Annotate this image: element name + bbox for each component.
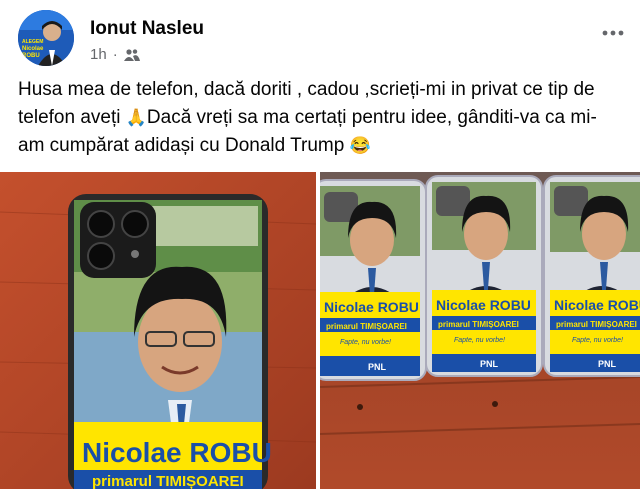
folded-hands-emoji-icon: 🙏 bbox=[125, 108, 147, 127]
post-text-line2: telefon aveți 🙏Dacă vreți sa ma certați … bbox=[18, 104, 628, 132]
post-text-line2b: Dacă vreți sa ma certați pentru idee, gâ… bbox=[146, 107, 597, 128]
post-text-line2a: telefon aveți bbox=[18, 107, 126, 128]
case2-name-text: Nicolae ROBU bbox=[436, 297, 531, 313]
avatar-text-line1: ALEGEM bbox=[22, 39, 43, 45]
meta-separator: · bbox=[112, 46, 118, 63]
photo-phone-cases-three[interactable]: Nicolae ROBU primarul TIMIȘOAREI Fapte, … bbox=[320, 172, 640, 489]
photo-phone-case-single[interactable]: Nicolae ROBU primarul TIMIȘOAREI bbox=[0, 172, 316, 489]
post-time[interactable]: 1h bbox=[90, 46, 107, 63]
case3-party-text: PNL bbox=[598, 359, 617, 369]
friends-icon[interactable] bbox=[123, 48, 140, 62]
laughing-emoji-icon: 😂 bbox=[349, 136, 371, 155]
case1-subtitle-text: primarul TIMIȘOAREI bbox=[326, 322, 407, 331]
case1-party-text: PNL bbox=[368, 362, 387, 372]
case3-name-text: Nicolae ROBU bbox=[554, 297, 640, 313]
case-subtitle-text: primarul TIMIȘOAREI bbox=[92, 473, 244, 489]
avatar-text-line3: ROBU bbox=[22, 53, 40, 59]
post-header: ALEGEM Nicolae ROBU Ionut Nasleu 1h · bbox=[0, 0, 640, 70]
author-avatar[interactable]: ALEGEM Nicolae ROBU bbox=[18, 10, 74, 66]
avatar-text-line2: Nicolae bbox=[22, 46, 44, 52]
case2-subtitle-text: primarul TIMIȘOAREI bbox=[438, 320, 519, 329]
phone-case-1: Nicolae ROBU primarul TIMIȘOAREI Fapte, … bbox=[320, 179, 427, 381]
post-text-line3: am cumpărat adidași cu Donald Trump 😂 bbox=[18, 132, 628, 160]
post-text-line3a: am cumpărat adidași cu Donald Trump bbox=[18, 135, 350, 156]
post-text-line1: Husa mea de telefon, dacă doriti , cadou… bbox=[18, 79, 595, 100]
phone-case-3: Nicolae ROBU primarul TIMIȘOAREI Fapte, … bbox=[543, 175, 640, 377]
post-meta: 1h · bbox=[90, 46, 140, 63]
more-options-icon[interactable] bbox=[602, 16, 624, 42]
case1-slogan-text: Fapte, nu vorbe! bbox=[340, 339, 391, 346]
case2-slogan-text: Fapte, nu vorbe! bbox=[454, 337, 505, 344]
case3-subtitle-text: primarul TIMIȘOAREI bbox=[556, 320, 637, 329]
case-name-text: Nicolae ROBU bbox=[82, 437, 272, 468]
phone-case-2: Nicolae ROBU primarul TIMIȘOAREI Fapte, … bbox=[425, 175, 543, 377]
case1-name-text: Nicolae ROBU bbox=[324, 299, 419, 315]
post-text: Husa mea de telefon, dacă doriti , cadou… bbox=[18, 76, 628, 160]
author-name[interactable]: Ionut Nasleu bbox=[90, 18, 204, 40]
case3-slogan-text: Fapte, nu vorbe! bbox=[572, 337, 623, 344]
case2-party-text: PNL bbox=[480, 359, 499, 369]
